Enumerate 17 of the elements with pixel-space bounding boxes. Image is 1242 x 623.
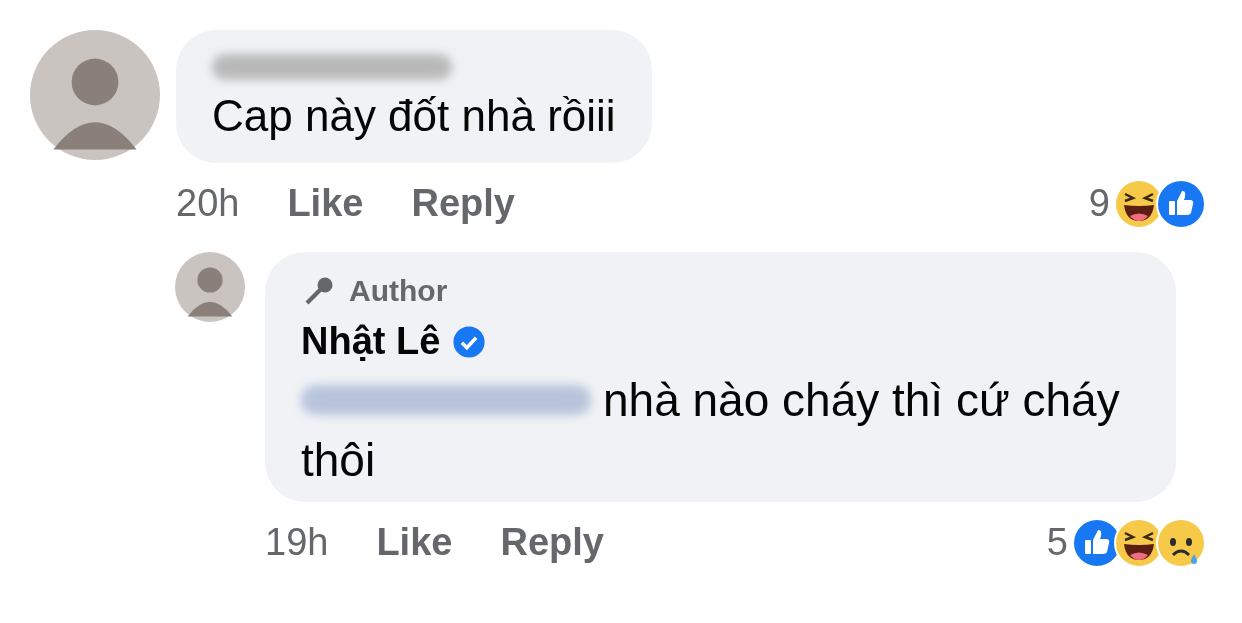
reply-link[interactable]: Reply [500, 514, 604, 571]
reaction-count: 9 [1088, 181, 1110, 226]
like-reaction-icon [1156, 178, 1206, 229]
crying-reaction-icon [1156, 517, 1206, 568]
reply-link[interactable]: Reply [411, 175, 515, 232]
like-link[interactable]: Like [376, 514, 453, 571]
reply-text-line: thôi [301, 433, 377, 488]
reaction-count: 5 [1046, 520, 1068, 565]
comment-time: 19h [265, 520, 329, 565]
comment-text: Cap này đốt nhà rồiii [212, 90, 616, 142]
reply-text-line: nhà nào cháy thì cứ cháy [603, 373, 1120, 428]
like-link[interactable]: Like [287, 175, 364, 232]
author-label: Author [349, 273, 448, 309]
avatar[interactable] [175, 252, 245, 322]
comment-time: 20h [176, 181, 240, 226]
author-name: Nhật Lê [301, 319, 441, 364]
avatar[interactable] [30, 30, 160, 160]
